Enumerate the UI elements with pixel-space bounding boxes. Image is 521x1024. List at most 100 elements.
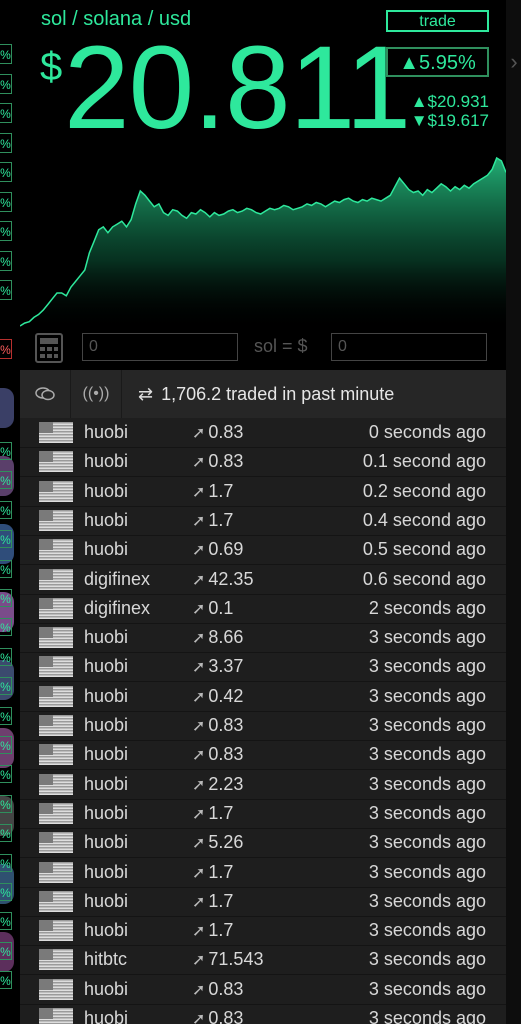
trade-row[interactable]: huobi ➚ 3.37 3 seconds ago: [20, 652, 506, 683]
broadcast-icon[interactable]: ((•)): [71, 370, 122, 418]
side-change-badge[interactable]: %: [0, 500, 12, 519]
arrow-up-right-icon: ➚: [192, 923, 206, 941]
side-change-badge[interactable]: %: [0, 912, 12, 931]
trade-row[interactable]: huobi ➚ 1.7 0.2 second ago: [20, 477, 506, 507]
trade-amount: ➚ 1.7: [192, 920, 233, 941]
exchange-name: huobi: [84, 1008, 129, 1024]
trade-amount-value: 0.83: [208, 744, 244, 765]
side-change-badge[interactable]: %: [0, 132, 12, 153]
exchange-name: huobi: [84, 744, 129, 765]
side-change-badge[interactable]: %: [0, 853, 12, 872]
trade-row[interactable]: huobi ➚ 0.83 3 seconds ago: [20, 740, 506, 771]
trade-row[interactable]: digifinex ➚ 42.35 0.6 second ago: [20, 565, 506, 595]
trade-row[interactable]: huobi ➚ 1.7 0.4 second ago: [20, 506, 506, 536]
trade-row[interactable]: hitbtc ➚ 71.543 3 seconds ago: [20, 945, 506, 976]
side-change-badge[interactable]: %: [0, 941, 12, 960]
us-flag-icon: [39, 832, 73, 854]
trade-row[interactable]: huobi ➚ 0.83 3 seconds ago: [20, 1004, 506, 1024]
trade-row[interactable]: huobi ➚ 1.7 3 seconds ago: [20, 858, 506, 888]
high-low: ▲$20.931 ▼$19.617: [411, 92, 489, 130]
side-change-badge[interactable]: %: [0, 618, 12, 637]
arrow-up-right-icon: ➚: [192, 542, 206, 560]
exchange-name: huobi: [84, 509, 129, 530]
trade-amount-value: 1.7: [208, 480, 234, 501]
trade-amount-value: 71.543: [208, 949, 264, 970]
side-change-badge[interactable]: %: [0, 530, 12, 549]
side-change-badge[interactable]: %: [0, 794, 12, 813]
trade-amount: ➚ 1.7: [192, 481, 233, 502]
us-flag-icon: [39, 480, 73, 502]
exchange-name: huobi: [84, 451, 129, 472]
arrow-up-right-icon: ➚: [192, 805, 206, 823]
price-sparkline: [20, 156, 506, 330]
side-change-badge[interactable]: %: [0, 44, 12, 64]
side-change-badge[interactable]: %: [0, 971, 12, 990]
side-change-badge[interactable]: %: [0, 736, 12, 754]
side-change-badge[interactable]: %: [0, 677, 12, 696]
arrow-up-right-icon: ➚: [192, 776, 206, 794]
exchange-name: digifinex: [84, 568, 151, 589]
side-change-badge[interactable]: %: [0, 442, 12, 460]
side-change-badge-negative[interactable]: %: [0, 339, 12, 359]
trade-row[interactable]: huobi ➚ 2.23 3 seconds ago: [20, 770, 506, 800]
side-change-badge[interactable]: %: [0, 221, 12, 241]
side-change-badge[interactable]: %: [0, 73, 12, 94]
trade-amount-value: 3.37: [208, 656, 244, 677]
side-change-badge[interactable]: %: [0, 765, 12, 784]
trade-row[interactable]: digifinex ➚ 0.1 2 seconds ago: [20, 594, 506, 624]
side-change-badge[interactable]: %: [0, 250, 12, 271]
trade-time: 3 seconds ago: [368, 890, 486, 911]
trade-row[interactable]: huobi ➚ 1.7 3 seconds ago: [20, 916, 506, 947]
trade-row[interactable]: huobi ➚ 0.83 3 seconds ago: [20, 975, 506, 1005]
trade-amount: ➚ 0.69: [192, 539, 243, 560]
exchange-name: huobi: [84, 422, 129, 442]
side-change-badge[interactable]: %: [0, 589, 12, 607]
side-change-badge[interactable]: %: [0, 280, 12, 300]
exchange-name: huobi: [84, 920, 129, 941]
trade-time: 0.1 second ago: [362, 451, 486, 472]
side-change-badge[interactable]: %: [0, 162, 12, 182]
trade-row[interactable]: huobi ➚ 1.7 3 seconds ago: [20, 799, 506, 829]
trade-amount-value: 0.83: [208, 422, 244, 442]
trade-amount-value: 1.7: [208, 802, 234, 823]
sol-amount-input[interactable]: [82, 333, 238, 361]
side-change-badge[interactable]: %: [0, 647, 12, 666]
arrow-up-right-icon: ➚: [192, 659, 206, 677]
trade-row[interactable]: huobi ➚ 0.69 0.5 second ago: [20, 535, 506, 566]
trade-row[interactable]: huobi ➚ 8.66 3 seconds ago: [20, 623, 506, 654]
us-flag-icon: [39, 978, 73, 1000]
arrow-up-right-icon: ➚: [192, 1011, 206, 1024]
side-change-badge[interactable]: %: [0, 883, 12, 901]
trade-amount: ➚ 3.37: [192, 656, 243, 677]
calculator-icon[interactable]: [35, 333, 63, 363]
trade-amount-value: 0.83: [208, 978, 244, 999]
trade-row[interactable]: huobi ➚ 1.7 3 seconds ago: [20, 887, 506, 917]
trade-row[interactable]: huobi ➚ 0.42 3 seconds ago: [20, 682, 506, 712]
trade-row[interactable]: huobi ➚ 0.83 3 seconds ago: [20, 711, 506, 741]
us-flag-icon: [39, 539, 73, 561]
trade-row[interactable]: huobi ➚ 0.83 0 seconds ago: [20, 418, 506, 448]
usd-amount-input[interactable]: [331, 333, 487, 361]
trade-time: 3 seconds ago: [368, 978, 486, 999]
side-change-badge[interactable]: %: [0, 471, 12, 490]
trade-amount: ➚ 0.83: [192, 451, 243, 472]
exchange-name: huobi: [84, 715, 129, 735]
trade-amount-value: 1.7: [208, 890, 234, 911]
side-change-badge[interactable]: %: [0, 559, 12, 578]
side-change-badge[interactable]: %: [0, 706, 12, 725]
trade-row[interactable]: huobi ➚ 0.83 0.1 second ago: [20, 447, 506, 478]
side-change-badge[interactable]: %: [0, 191, 12, 212]
arrow-up-right-icon: ➚: [192, 893, 206, 911]
trade-amount: ➚ 0.83: [192, 744, 243, 765]
trade-amount-value: 8.66: [208, 627, 244, 648]
side-change-badge[interactable]: %: [0, 824, 12, 843]
side-change-badge[interactable]: %: [0, 103, 12, 123]
trade-time: 3 seconds ago: [368, 832, 486, 853]
trade-amount: ➚ 71.543: [192, 949, 263, 970]
volume-stat: ⇄ 1,706.2 traded in past minute: [138, 384, 394, 405]
chat-icon[interactable]: [20, 370, 71, 418]
trade-time: 3 seconds ago: [368, 627, 486, 648]
side-coin-icon: [0, 388, 14, 428]
chevron-right-icon[interactable]: ›: [507, 47, 521, 77]
trade-row[interactable]: huobi ➚ 5.26 3 seconds ago: [20, 828, 506, 859]
